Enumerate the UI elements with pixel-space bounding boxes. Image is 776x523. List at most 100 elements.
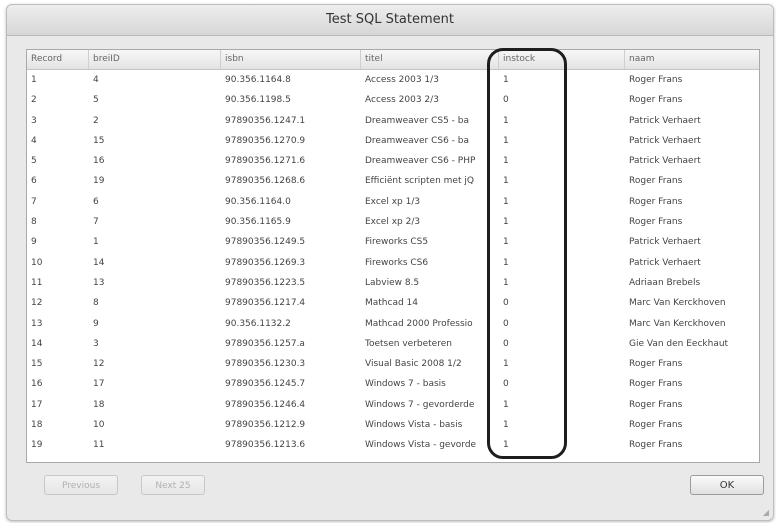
table-cell: 1 — [503, 257, 509, 268]
table-row[interactable]: 6 19 97890356.1268.6 Efficiënt scripten met… — [27, 171, 759, 191]
next-button[interactable]: Next 25 — [141, 475, 205, 495]
table-cell: 7 — [93, 217, 99, 228]
table-row[interactable]: 7 6 90.356.1164.0 Excel xp 1/3 1 Roger Frans — [27, 192, 759, 212]
table-cell: 1 — [31, 75, 37, 85]
table-row[interactable]: 13 9 90.356.1132.2 Mathcad 2000 Professio 0 M… — [27, 314, 759, 334]
table-cell: 1 — [503, 115, 509, 126]
table-cell: Patrick Verhaert — [629, 237, 701, 248]
table-cell: 1 — [503, 399, 509, 410]
table-cell: 19 — [93, 176, 105, 187]
table-cell: 9 — [31, 237, 37, 248]
table-cell: Roger Frans — [629, 420, 683, 431]
table-cell: 97890356.1246.4 — [225, 399, 306, 410]
table-cell: Roger Frans — [629, 176, 683, 187]
table-cell: Windows 7 - gevorderde — [365, 399, 475, 410]
dialog-title: Test SQL Statement — [7, 5, 773, 36]
column-header-titel[interactable]: titel — [361, 50, 499, 69]
table-header: Record breiID isbn titel instock naam — [27, 50, 759, 70]
table-cell: 15 — [31, 359, 43, 370]
table-cell: Fireworks CS6 — [365, 257, 429, 268]
column-header-breiid[interactable]: breiID — [89, 50, 221, 69]
table-cell: 0 — [503, 95, 509, 106]
table-row[interactable]: 15 12 97890356.1230.3 Visual Basic 2008 1/2… — [27, 354, 759, 374]
table-cell: 1 — [503, 359, 509, 370]
table-cell: 18 — [31, 420, 43, 431]
table-cell: Dreamweaver CS6 - ba — [365, 135, 470, 146]
table-cell: 1 — [503, 420, 509, 431]
table-row[interactable]: 18 10 97890356.1212.9 Windows Vista - basis… — [27, 415, 759, 435]
table-cell: Fireworks CS5 — [365, 237, 429, 248]
table-cell: Toetsen verbeteren — [365, 338, 452, 349]
table-row[interactable]: 9 1 97890356.1249.5 Fireworks CS5 1 Patrick V… — [27, 232, 759, 252]
table-cell: 8 — [31, 217, 37, 228]
table-cell: 14 — [31, 338, 43, 349]
table-cell: 97890356.1268.6 — [225, 176, 306, 187]
table-cell: 97890356.1271.6 — [225, 156, 306, 167]
column-header-isbn[interactable]: isbn — [221, 50, 361, 69]
table-cell: 0 — [503, 379, 509, 390]
table-row[interactable]: 1 4 90.356.1164.8 Access 2003 1/3 1 Roger Fra… — [27, 70, 759, 90]
table-row[interactable]: 14 3 97890356.1257.a Toetsen verbeteren 0 Gie… — [27, 334, 759, 354]
table-row[interactable]: 2 5 90.356.1198.5 Access 2003 2/3 0 Roger Fra… — [27, 90, 759, 110]
table-cell: Dreamweaver CS5 - ba — [365, 115, 470, 126]
table-row[interactable]: 19 11 97890356.1213.6 Windows Vista - gevor… — [27, 435, 759, 455]
table-row[interactable]: 11 13 97890356.1223.5 Labview 8.5 1 Adriaan B… — [27, 273, 759, 293]
table-cell: 16 — [31, 379, 43, 390]
table-cell: 1 — [503, 135, 509, 146]
table-cell: 6 — [93, 196, 99, 207]
table-row[interactable]: 3 2 97890356.1247.1 Dreamweaver CS5 - ba 1 Pa… — [27, 111, 759, 131]
table-cell: 10 — [31, 257, 43, 268]
table-cell: 90.356.1164.0 — [225, 196, 291, 207]
ok-button[interactable]: OK — [690, 475, 764, 495]
table-cell: Excel xp 2/3 — [365, 217, 421, 228]
table-cell: 16 — [93, 156, 105, 167]
resize-grip-icon[interactable]: ◢ — [763, 508, 769, 517]
table-cell: 97890356.1230.3 — [225, 359, 306, 370]
table-cell: 19 — [31, 440, 43, 451]
table-cell: 1 — [503, 75, 509, 85]
table-cell: 0 — [503, 318, 509, 329]
column-header-record[interactable]: Record — [27, 50, 89, 69]
table-cell: Efficiënt scripten met jQ — [365, 176, 474, 187]
results-table: Record breiID isbn titel instock naam 14… — [26, 49, 760, 463]
table-cell: 17 — [93, 379, 105, 390]
table-row[interactable]: 17 18 97890356.1246.4 Windows 7 - gevorderd… — [27, 395, 759, 415]
table-cell: 90.356.1132.2 — [225, 318, 291, 329]
table-cell: 4 — [93, 75, 99, 85]
table-cell: 13 — [31, 318, 43, 329]
table-cell: 97890356.1212.9 — [225, 420, 306, 431]
table-cell: 6 — [31, 176, 37, 187]
table-cell: Roger Frans — [629, 359, 683, 370]
table-row[interactable]: 5 16 97890356.1271.6 Dreamweaver CS6 - PHP 1… — [27, 151, 759, 171]
previous-button[interactable]: Previous — [44, 475, 118, 495]
table-cell: 97890356.1213.6 — [225, 440, 306, 451]
table-cell: 2 — [31, 95, 37, 106]
table-cell: 1 — [503, 176, 509, 187]
table-row[interactable]: 8 7 90.356.1165.9 Excel xp 2/3 1 Roger Frans — [27, 212, 759, 232]
table-row[interactable]: 16 17 97890356.1245.7 Windows 7 - basis 0 Rog… — [27, 374, 759, 394]
table-cell: 97890356.1245.7 — [225, 379, 306, 390]
table-row[interactable]: 4 15 97890356.1270.9 Dreamweaver CS6 - ba 1 P… — [27, 131, 759, 151]
table-cell: Roger Frans — [629, 379, 683, 390]
table-cell: Mathcad 2000 Professio — [365, 318, 473, 329]
table-cell: 13 — [93, 277, 105, 288]
table-row[interactable]: 10 14 97890356.1269.3 Fireworks CS6 1 Patrick… — [27, 253, 759, 273]
table-cell: Roger Frans — [629, 440, 683, 451]
table-cell: 90.356.1165.9 — [225, 217, 291, 228]
table-cell: 14 — [93, 257, 105, 268]
table-cell: Roger Frans — [629, 196, 683, 207]
table-cell: 12 — [31, 298, 43, 309]
table-cell: Windows Vista - gevorde — [365, 440, 477, 451]
table-cell: 11 — [93, 440, 105, 451]
table-cell: Access 2003 2/3 — [365, 95, 439, 106]
column-header-instock[interactable]: instock — [499, 50, 625, 69]
table-cell: Windows Vista - basis — [365, 420, 463, 431]
table-cell: Access 2003 1/3 — [365, 75, 439, 85]
table-cell: 18 — [93, 399, 105, 410]
table-row[interactable]: 12 8 97890356.1217.4 Mathcad 14 0 Marc Van Ke… — [27, 293, 759, 313]
table-cell: 5 — [31, 156, 37, 167]
table-cell: 97890356.1257.a — [225, 338, 305, 349]
table-cell: Roger Frans — [629, 95, 683, 106]
column-header-naam[interactable]: naam — [625, 50, 759, 69]
table-cell: 97890356.1249.5 — [225, 237, 306, 248]
